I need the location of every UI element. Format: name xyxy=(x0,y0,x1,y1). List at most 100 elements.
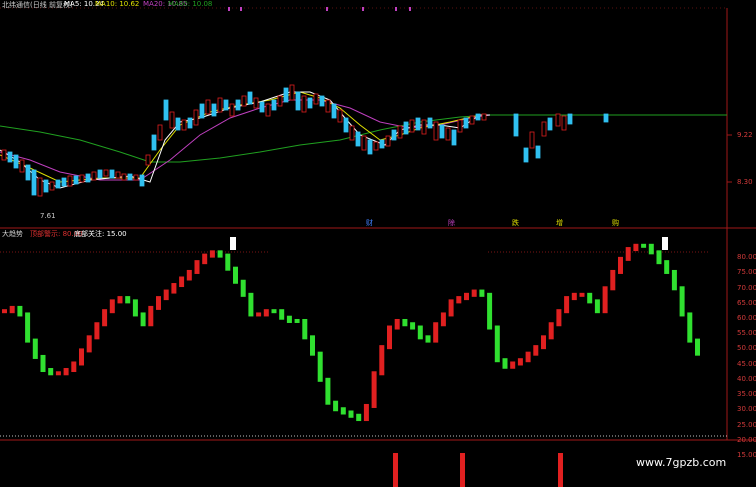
indicator-bar xyxy=(625,247,631,261)
indicator-tick-label: 50.00 xyxy=(737,344,756,353)
ma5-line xyxy=(0,91,490,189)
watermark: www.7gpzb.com xyxy=(636,456,727,469)
indicator-tick-label: 65.00 xyxy=(737,298,756,307)
price-candle xyxy=(7,151,13,163)
price-candle xyxy=(271,99,277,111)
price-candle xyxy=(115,171,121,179)
indicator-bar xyxy=(525,351,531,363)
indicator-bar xyxy=(63,368,69,376)
indicator-bar xyxy=(125,296,131,304)
indicator-bar xyxy=(402,318,408,327)
price-tick-label: 8.30 xyxy=(737,178,753,186)
indicator-bar xyxy=(325,377,331,405)
price-candle xyxy=(361,135,367,151)
price-candle xyxy=(283,87,289,103)
price-candle xyxy=(541,121,547,137)
price-candle xyxy=(181,119,187,131)
indicator-bars xyxy=(2,243,700,422)
indicator-bar xyxy=(679,286,685,317)
price-candle xyxy=(295,91,301,111)
indicator-bar xyxy=(132,299,138,317)
price-candle xyxy=(43,179,49,193)
price-candle xyxy=(97,169,103,179)
price-candle xyxy=(259,101,265,113)
indicator-bar xyxy=(256,312,262,317)
price-candle xyxy=(205,99,211,115)
indicator-bar xyxy=(464,292,469,301)
price-candle xyxy=(253,97,259,109)
indicator-bar xyxy=(610,269,616,291)
indicator-bar xyxy=(55,371,61,376)
indicator-bar xyxy=(618,256,623,274)
signal-marker xyxy=(662,237,668,250)
event-marker[interactable]: 跌 xyxy=(512,218,519,228)
price-candle xyxy=(121,173,127,181)
indicator-bar xyxy=(40,354,46,373)
volume-bar xyxy=(558,453,563,487)
price-candle xyxy=(391,129,397,141)
event-marker[interactable]: 财 xyxy=(366,218,373,228)
indicator-bar xyxy=(340,407,346,415)
indicator-bar xyxy=(302,318,308,340)
event-marker[interactable]: 购 xyxy=(612,218,619,228)
indicator-bar xyxy=(379,345,385,376)
indicator-bar xyxy=(163,289,169,301)
indicator-bar xyxy=(217,250,223,258)
indicator-bar xyxy=(209,250,215,258)
price-candle xyxy=(61,177,67,187)
indicator-bar xyxy=(633,243,639,252)
indicator-bar xyxy=(294,318,300,323)
price-candle xyxy=(229,103,235,117)
price-candle xyxy=(379,139,385,149)
indicator-bar xyxy=(148,305,154,327)
indicator-bar xyxy=(71,361,77,373)
indicator-bar xyxy=(286,315,292,323)
indicator-bar xyxy=(448,299,454,317)
price-candle xyxy=(421,119,427,135)
price-candle xyxy=(433,121,439,141)
event-marker[interactable]: 增 xyxy=(556,218,563,228)
price-candle xyxy=(307,97,313,109)
price-candle xyxy=(385,135,391,147)
price-candle xyxy=(169,111,175,129)
price-candle xyxy=(555,113,561,127)
indicator-tick-label: 20.00 xyxy=(737,435,756,444)
indicator-bar xyxy=(233,266,238,284)
price-candle xyxy=(523,147,529,163)
price-candle xyxy=(223,99,229,111)
price-candle xyxy=(145,154,151,166)
price-candle xyxy=(567,113,573,125)
indicator-tick-label: 35.00 xyxy=(737,390,756,399)
indicator-bar xyxy=(517,358,523,366)
indicator-bar xyxy=(17,305,23,317)
price-candle xyxy=(127,173,133,181)
price-candle xyxy=(481,113,487,121)
indicator-bar xyxy=(225,253,231,271)
event-marker[interactable]: 除 xyxy=(448,218,455,228)
price-candle xyxy=(403,121,409,135)
indicator-bar xyxy=(102,309,108,327)
price-candle xyxy=(475,113,481,121)
indicator-param-bottom: 底部关注: 15.00 xyxy=(74,230,127,238)
price-candle xyxy=(535,145,541,159)
price-candle xyxy=(409,119,415,133)
indicator-bar xyxy=(240,279,246,297)
price-candle xyxy=(19,159,25,173)
price-candle xyxy=(301,95,307,113)
price-candle xyxy=(187,117,193,129)
indicator-bar xyxy=(487,292,493,330)
indicator-bar xyxy=(671,269,677,291)
price-candle xyxy=(193,109,199,126)
indicator-bar xyxy=(687,312,693,343)
indicator-bar xyxy=(179,276,185,288)
stock-chart[interactable] xyxy=(0,0,756,487)
indicator-tick-label: 60.00 xyxy=(737,313,756,322)
ma60-label: MA60: 10.08 xyxy=(168,0,213,8)
indicator-bar xyxy=(656,250,662,265)
price-candle xyxy=(133,174,139,181)
indicator-bar xyxy=(433,322,439,343)
price-candle xyxy=(547,117,553,131)
indicator-bar xyxy=(317,351,323,382)
price-candle xyxy=(603,113,609,123)
volume-bar xyxy=(393,453,398,487)
